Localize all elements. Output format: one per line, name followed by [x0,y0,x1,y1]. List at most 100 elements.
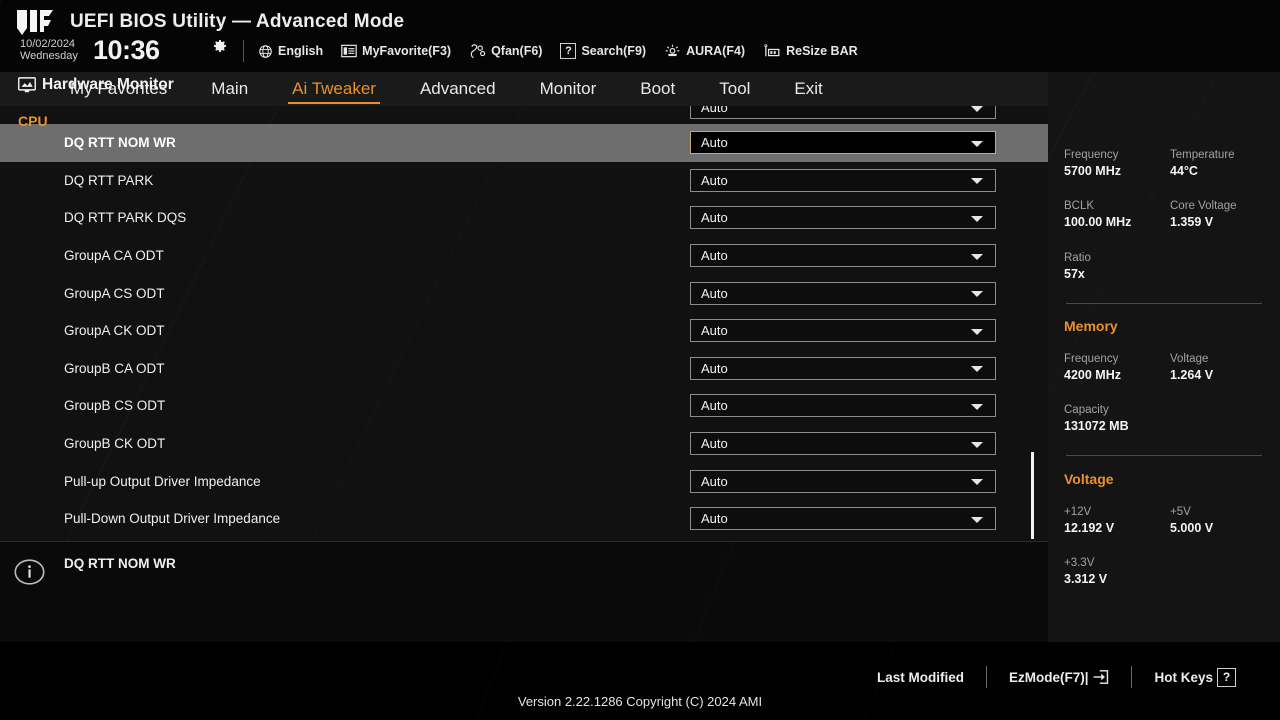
last-modified-label: Last Modified [876,669,964,685]
setting-row-groupa-ck-odt[interactable]: GroupA CK ODT Auto [0,312,1048,350]
header-divider [243,40,244,62]
date-display: 10/02/2024 Wednesday [20,38,78,62]
hw-field-memory-frequency: Frequency 4200 MHz [1064,352,1121,383]
nav-tab-boot[interactable]: Boot [618,72,697,106]
chevron-down-icon [971,178,983,185]
header-shortcuts: English MyFavorite(F3) Qfan(F6) ? Search… [258,43,858,59]
chevron-down-icon [971,328,983,335]
question-box-icon: ? [1217,667,1236,687]
hw-field-value: 100.00 MHz [1064,215,1132,229]
setting-value: Auto [701,436,728,452]
hw-field-value: 3.312 V [1064,572,1108,586]
nav-tab-advanced[interactable]: Advanced [398,72,518,106]
nav-tab-exit[interactable]: Exit [772,72,844,106]
header-item-label: ReSize BAR [786,44,858,58]
setting-dropdown[interactable]: Auto [690,319,996,343]
hw-field-key: Temperature [1170,149,1235,161]
last-modified-button[interactable]: Last Modified [855,670,986,685]
hw-field-value: 44°C [1170,164,1198,178]
setting-row-groupb-ca-odt[interactable]: GroupB CA ODT Auto [0,350,1048,388]
hw-field-value: 5.000 V [1170,521,1214,535]
date-text: 10/02/2024 [20,38,76,50]
help-text: DQ RTT NOM WR [64,556,176,571]
hw-field-key: Core Voltage [1170,200,1237,212]
aura-light-icon [665,44,680,56]
setting-dropdown[interactable]: Auto [690,469,996,493]
header-item-resize-bar[interactable]: ReSize BAR [763,43,858,59]
header-item-myfavorite[interactable]: MyFavorite(F3) [341,44,451,58]
chevron-down-icon [971,479,983,486]
setting-row-dq-rtt-park-dqs[interactable]: DQ RTT PARK DQS Auto [0,199,1048,237]
nav-tab-monitor[interactable]: Monitor [518,72,619,106]
setting-value: Auto [701,106,728,115]
gear-icon[interactable] [212,38,228,54]
setting-dropdown[interactable]: Auto [690,131,996,155]
globe-icon [259,44,272,58]
hw-field-key: +12V [1064,506,1092,518]
setting-label: DQ RTT PARK DQS [64,210,187,226]
tuf-gaming-logo [17,10,53,35]
chevron-down-icon [971,441,983,448]
setting-row-pull-down-output-driver-impedance[interactable]: Pull-Down Output Driver Impedance Auto [0,500,1048,538]
setting-value: Auto [701,323,728,339]
header-item-qfan[interactable]: Qfan(F6) [469,43,543,59]
setting-row-groupb-cs-odt[interactable]: GroupB CS ODT Auto [0,387,1048,425]
settings-scrollbar-thumb[interactable] [1031,452,1034,539]
setting-dropdown[interactable]: Auto [690,356,996,380]
hardware-monitor-title-label: Hardware Monitor [42,76,174,93]
setting-dropdown[interactable]: Auto [690,106,996,119]
hw-section-heading-voltage: Voltage [1064,471,1114,487]
setting-row-groupa-cs-odt[interactable]: GroupA CS ODT Auto [0,274,1048,312]
setting-dropdown[interactable]: Auto [690,281,996,305]
header-item-label: Qfan(F6) [491,44,543,58]
hw-field-key: +5V [1170,506,1191,518]
setting-row-groupb-ck-odt[interactable]: GroupB CK ODT Auto [0,425,1048,463]
setting-row-partial[interactable]: Auto [0,106,1048,124]
hw-field-value: 1.264 V [1170,368,1214,382]
nav-tab-tool[interactable]: Tool [697,72,772,106]
chevron-down-icon [971,140,983,147]
ezmode-button[interactable]: EzMode(F7)| [987,669,1132,685]
hw-field-key: Ratio [1064,252,1091,264]
hotkeys-button[interactable]: Hot Keys ? [1132,667,1258,687]
hw-field-key: +3.3V [1064,557,1095,569]
version-text: Version 2.22.1286 Copyright (C) 2024 AMI [517,694,763,709]
setting-row-dq-rtt-nom-wr[interactable]: DQ RTT NOM WR Auto [0,124,1048,162]
info-icon [14,559,45,585]
hw-field-value: 4200 MHz [1064,368,1121,382]
clock-display: 10:36 [93,35,160,65]
header-item-label: English [278,44,324,58]
hw-field-value: 12.192 V [1064,521,1115,535]
header-item-label: MyFavorite(F3) [362,44,452,58]
setting-dropdown[interactable]: Auto [690,168,996,192]
header-item-english[interactable]: English [258,44,323,59]
hw-field-voltage-3v3: +3.3V 3.312 V [1064,556,1107,587]
setting-label: DQ RTT NOM WR [64,135,176,151]
setting-row-groupa-ca-odt[interactable]: GroupA CA ODT Auto [0,237,1048,275]
setting-label: Pull-Down Output Driver Impedance [64,511,281,527]
hw-field-cpu-bclk: BCLK 100.00 MHz [1064,199,1131,230]
header-item-search[interactable]: ? Search(F9) [560,43,646,59]
hw-field-key: Voltage [1170,353,1209,365]
page-title: UEFI BIOS Utility — Advanced Mode [70,11,405,32]
setting-dropdown[interactable]: Auto [690,206,996,230]
setting-row-pull-up-output-driver-impedance[interactable]: Pull-up Output Driver Impedance Auto [0,462,1048,500]
nav-tab-ai-tweaker[interactable]: Ai Tweaker [270,72,398,106]
ezmode-label: EzMode(F7)| [1008,669,1089,685]
header-item-aura[interactable]: AURA(F4) [664,44,745,59]
setting-dropdown[interactable]: Auto [690,507,996,531]
setting-dropdown[interactable]: Auto [690,244,996,268]
header-bar: UEFI BIOS Utility — Advanced Mode 10/02/… [0,0,1280,72]
setting-label: Pull-up Output Driver Impedance [64,473,261,489]
chevron-down-icon [971,291,983,298]
setting-row-dq-rtt-park[interactable]: DQ RTT PARK Auto [0,162,1048,200]
chevron-down-icon [971,106,983,112]
hw-field-cpu-core-voltage: Core Voltage 1.359 V [1170,199,1237,230]
resize-bar-icon [764,43,780,56]
hw-field-cpu-ratio: Ratio 57x [1064,251,1091,282]
setting-label: GroupA CK ODT [64,323,165,339]
nav-tab-main[interactable]: Main [189,72,270,106]
setting-dropdown[interactable]: Auto [690,394,996,418]
setting-label: GroupB CK ODT [64,436,166,452]
setting-dropdown[interactable]: Auto [690,432,996,456]
